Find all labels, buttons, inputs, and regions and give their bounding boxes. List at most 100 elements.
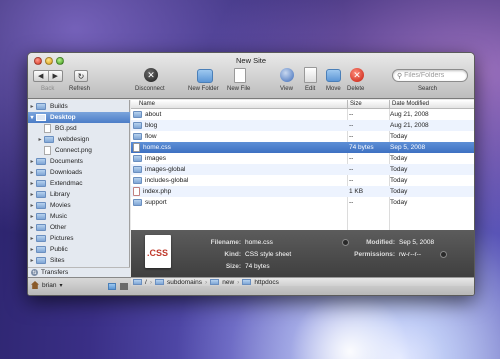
back-arrow-icon[interactable]: ◀: [34, 71, 48, 81]
sidebar-item-extendmac[interactable]: ▸ Extendmac: [28, 178, 130, 189]
sidebar-item-label: webdesign: [58, 136, 90, 143]
path-crumb-root[interactable]: /: [145, 279, 147, 286]
folder-icon: [133, 177, 142, 184]
column-header-size[interactable]: Size: [347, 100, 389, 109]
path-crumb-new[interactable]: new: [222, 279, 234, 286]
delete-label[interactable]: Delete: [347, 86, 364, 92]
disclosure-triangle-icon[interactable]: ▾: [28, 114, 36, 121]
disclosure-triangle-icon[interactable]: ▸: [28, 246, 36, 253]
sidebar-item-library[interactable]: ▸ Library: [28, 189, 130, 200]
folder-icon: [44, 136, 54, 143]
folder-icon: [36, 257, 46, 264]
disclosure-triangle-icon[interactable]: ▸: [28, 202, 36, 209]
search-field[interactable]: ⚲: [392, 69, 468, 82]
search-input[interactable]: [404, 72, 465, 79]
sidebar-item-label: Connect.png: [55, 147, 92, 154]
file-size: --: [349, 133, 354, 140]
folder-icon: [36, 235, 46, 242]
size-key: Size:: [225, 263, 241, 270]
folder-icon: [36, 246, 46, 253]
folder-icon: [133, 122, 142, 129]
file-size: --: [349, 111, 354, 118]
disclosure-triangle-icon[interactable]: ▸: [36, 136, 44, 143]
kind-value: CSS style sheet: [245, 251, 292, 258]
window-title: New Site: [235, 56, 266, 65]
disclosure-triangle-icon[interactable]: ▸: [28, 257, 36, 264]
file-icon: [44, 124, 51, 133]
sidebar-item-desktop[interactable]: ▾ Desktop: [28, 112, 130, 123]
disclosure-triangle-icon[interactable]: ▸: [28, 191, 36, 198]
disclosure-triangle-icon[interactable]: ▸: [28, 235, 36, 242]
new-file-icon[interactable]: [234, 68, 246, 83]
view-label[interactable]: View: [280, 86, 293, 92]
path-crumb-subdomains[interactable]: subdomains: [167, 279, 202, 286]
file-size: 1 KB: [349, 188, 364, 195]
sidebar-item-downloads[interactable]: ▸ Downloads: [28, 167, 130, 178]
new-folder-icon[interactable]: [197, 69, 213, 83]
user-popup[interactable]: brian ▾: [31, 281, 62, 289]
folder-icon: [133, 111, 142, 118]
file-row-flow[interactable]: flow -- Today: [131, 131, 474, 142]
new-folder-label[interactable]: New Folder: [188, 86, 219, 92]
path-crumb-httpdocs[interactable]: httpdocs: [254, 279, 279, 286]
disclosure-triangle-icon[interactable]: ▸: [28, 180, 36, 187]
file-size: --: [349, 177, 354, 184]
sidebar-item-documents[interactable]: ▸ Documents: [28, 156, 130, 167]
sidebar-item-label: Downloads: [50, 169, 83, 176]
edit-label[interactable]: Edit: [305, 86, 315, 92]
file-list: Name Size Date Modified about -- Aug 21,…: [131, 100, 474, 230]
disconnect-icon[interactable]: ✕: [144, 68, 158, 82]
action-button-icon[interactable]: [120, 283, 128, 290]
sidebar-item-music[interactable]: ▸ Music: [28, 211, 130, 222]
sidebar-item-sites[interactable]: ▸ Sites: [28, 255, 130, 266]
folder-button-icon[interactable]: [108, 283, 116, 290]
sidebar-item-public[interactable]: ▸ Public: [28, 244, 130, 255]
file-row-about[interactable]: about -- Aug 21, 2008: [131, 109, 474, 120]
file-row-home-css[interactable]: home.css 74 bytes Sep 5, 2008: [131, 142, 474, 153]
file-name: about: [145, 111, 162, 118]
view-icon[interactable]: [280, 68, 294, 82]
sidebar-item-other[interactable]: ▸ Other: [28, 222, 130, 233]
delete-icon[interactable]: ✕: [350, 68, 364, 82]
forward-arrow-icon[interactable]: ▶: [47, 71, 63, 81]
sidebar-item-label: Library: [50, 191, 70, 198]
edit-icon[interactable]: [304, 67, 317, 83]
move-label[interactable]: Move: [326, 86, 341, 92]
thumbnail-label: .CSS: [147, 248, 169, 258]
disconnect-label[interactable]: Disconnect: [135, 86, 165, 92]
disclosure-triangle-icon[interactable]: ▸: [28, 169, 36, 176]
sidebar-item-label: BG.psd: [55, 125, 77, 132]
chevron-right-icon: ›: [237, 278, 240, 286]
disclosure-triangle-icon[interactable]: ▸: [28, 213, 36, 220]
folder-icon: [133, 166, 142, 173]
app-window: New Site ◀ ▶ Back ↻ Refresh ✕ Disconnect…: [27, 52, 475, 296]
sidebar-item-bg-psd[interactable]: BG.psd: [28, 123, 130, 134]
file-row-blog[interactable]: blog -- Aug 21, 2008: [131, 120, 474, 131]
sidebar-item-movies[interactable]: ▸ Movies: [28, 200, 130, 211]
file-row-images-global[interactable]: images-global -- Today: [131, 164, 474, 175]
move-icon[interactable]: [326, 69, 341, 82]
new-file-label[interactable]: New File: [227, 86, 250, 92]
transfers-item[interactable]: ⇅ Transfers: [28, 267, 130, 277]
refresh-button[interactable]: ↻: [74, 70, 88, 82]
file-row-support[interactable]: support -- Today: [131, 197, 474, 208]
permissions-button[interactable]: [440, 251, 447, 258]
css-file-thumbnail: .CSS: [145, 235, 171, 268]
sidebar-item-connect-png[interactable]: Connect.png: [28, 145, 130, 156]
disclosure-triangle-icon[interactable]: ▸: [28, 103, 36, 110]
column-header-date[interactable]: Date Modified: [389, 100, 474, 109]
sidebar-item-builds[interactable]: ▸ Builds: [28, 101, 130, 112]
file-row-images[interactable]: images -- Today: [131, 153, 474, 164]
folder-icon: [133, 199, 142, 206]
folder-icon: [36, 191, 46, 198]
sidebar-item-label: Desktop: [50, 114, 76, 121]
sidebar-item-webdesign[interactable]: ▸ webdesign: [28, 134, 130, 145]
disclosure-triangle-icon[interactable]: ▸: [28, 158, 36, 165]
sidebar-item-label: Pictures: [50, 235, 74, 242]
file-row-index-php[interactable]: index.php 1 KB Today: [131, 186, 474, 197]
disclosure-triangle-icon[interactable]: ▸: [28, 224, 36, 231]
file-row-includes-global[interactable]: includes-global -- Today: [131, 175, 474, 186]
sidebar-item-pictures[interactable]: ▸ Pictures: [28, 233, 130, 244]
file-size: --: [349, 155, 354, 162]
column-header-name[interactable]: Name: [131, 100, 347, 109]
